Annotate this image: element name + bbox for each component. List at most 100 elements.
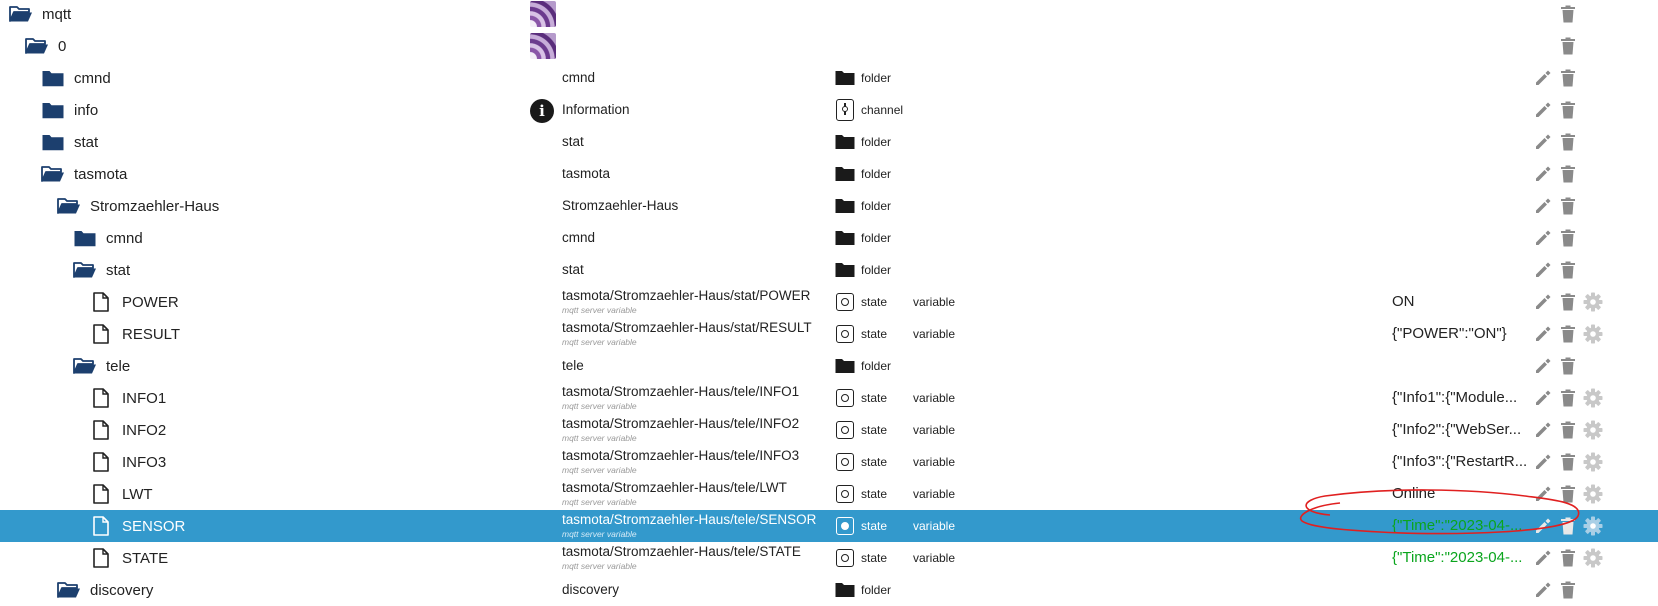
delete-icon[interactable] — [1558, 164, 1578, 184]
delete-icon[interactable] — [1558, 356, 1578, 376]
edit-icon[interactable] — [1533, 100, 1553, 120]
edit-icon[interactable] — [1533, 388, 1553, 408]
tree-cell[interactable]: POWER — [88, 286, 179, 318]
delete-icon[interactable] — [1558, 452, 1578, 472]
folder-icon[interactable] — [72, 226, 98, 250]
tree-row-info2[interactable]: INFO2 tasmota/Stromzaehler-Haus/tele/INFO… — [0, 414, 1658, 446]
folder-open-icon[interactable] — [56, 194, 82, 218]
delete-icon[interactable] — [1558, 228, 1578, 248]
tree-cell[interactable]: stat — [40, 126, 98, 158]
delete-icon[interactable] — [1558, 388, 1578, 408]
edit-icon[interactable] — [1533, 228, 1553, 248]
tree-row-result[interactable]: RESULT tasmota/Stromzaehler-Haus/stat/RES… — [0, 318, 1658, 350]
edit-icon[interactable] — [1533, 164, 1553, 184]
state-value[interactable]: {"POWER":"ON"} — [1392, 325, 1530, 342]
tree-row-mqtt-0[interactable]: 0 — [0, 30, 1658, 62]
folder-icon[interactable] — [40, 130, 66, 154]
delete-icon[interactable] — [1558, 68, 1578, 88]
gear-icon[interactable] — [1583, 292, 1603, 312]
delete-icon[interactable] — [1558, 260, 1578, 280]
state-value[interactable]: {"Info3":{"RestartR... — [1392, 453, 1530, 470]
tree-row-info[interactable]: info i Information channel — [0, 94, 1658, 126]
tree-row-sz-haus[interactable]: Stromzaehler-Haus Stromzaehler-Haus folder — [0, 190, 1658, 222]
edit-icon[interactable] — [1533, 68, 1553, 88]
state-value[interactable]: {"Info1":{"Module... — [1392, 389, 1530, 406]
tree-cell[interactable]: info — [40, 94, 98, 126]
tree-row-mqtt[interactable]: mqtt — [0, 0, 1658, 30]
delete-icon[interactable] — [1558, 516, 1578, 536]
tree-cell[interactable]: 0 — [24, 30, 66, 62]
tree-cell[interactable]: discovery — [56, 574, 153, 606]
tree-cell[interactable]: Stromzaehler-Haus — [56, 190, 219, 222]
tree-cell[interactable]: LWT — [88, 478, 153, 510]
delete-icon[interactable] — [1558, 196, 1578, 216]
tree-row-tele[interactable]: tele tele folder — [0, 350, 1658, 382]
delete-icon[interactable] — [1558, 420, 1578, 440]
gear-icon[interactable] — [1583, 452, 1603, 472]
tree-cell[interactable]: cmnd — [40, 62, 111, 94]
gear-icon[interactable] — [1583, 516, 1603, 536]
edit-icon[interactable] — [1533, 484, 1553, 504]
gear-icon[interactable] — [1583, 484, 1603, 504]
edit-icon[interactable] — [1533, 260, 1553, 280]
folder-open-icon[interactable] — [72, 258, 98, 282]
delete-icon[interactable] — [1558, 548, 1578, 568]
edit-icon[interactable] — [1533, 196, 1553, 216]
edit-icon[interactable] — [1533, 292, 1553, 312]
tree-cell[interactable]: stat — [72, 254, 130, 286]
tree-row-tasmota[interactable]: tasmota tasmota folder — [0, 158, 1658, 190]
tree-cell[interactable]: tele — [72, 350, 130, 382]
gear-icon[interactable] — [1583, 420, 1603, 440]
edit-icon[interactable] — [1533, 516, 1553, 536]
delete-icon[interactable] — [1558, 132, 1578, 152]
state-value[interactable]: ON — [1392, 293, 1530, 310]
tree-cell[interactable]: SENSOR — [88, 510, 185, 542]
tree-cell[interactable]: INFO3 — [88, 446, 166, 478]
state-value[interactable]: {"Info2":{"WebSer... — [1392, 421, 1530, 438]
tree-row-info1[interactable]: INFO1 tasmota/Stromzaehler-Haus/tele/INFO… — [0, 382, 1658, 414]
gear-icon[interactable] — [1583, 388, 1603, 408]
folder-icon[interactable] — [40, 98, 66, 122]
tree-row-stat[interactable]: stat stat folder — [0, 126, 1658, 158]
tree-cell[interactable]: INFO2 — [88, 414, 166, 446]
edit-icon[interactable] — [1533, 132, 1553, 152]
tree-row-lwt[interactable]: LWT tasmota/Stromzaehler-Haus/tele/LWT mqt… — [0, 478, 1658, 510]
tree-cell[interactable]: RESULT — [88, 318, 180, 350]
tree-row-sz-cmnd[interactable]: cmnd cmnd folder — [0, 222, 1658, 254]
folder-open-icon[interactable] — [24, 34, 50, 58]
gear-icon[interactable] — [1583, 548, 1603, 568]
state-value[interactable]: {"Time":"2023-04-... — [1392, 517, 1530, 534]
edit-icon[interactable] — [1533, 420, 1553, 440]
tree-cell[interactable]: cmnd — [72, 222, 143, 254]
edit-icon[interactable] — [1533, 324, 1553, 344]
tree-row-cmnd[interactable]: cmnd cmnd folder — [0, 62, 1658, 94]
delete-icon[interactable] — [1558, 36, 1578, 56]
edit-icon[interactable] — [1533, 356, 1553, 376]
gear-icon[interactable] — [1583, 324, 1603, 344]
tree-row-sensor[interactable]: SENSOR tasmota/Stromzaehler-Haus/tele/SEN… — [0, 510, 1658, 542]
edit-icon[interactable] — [1533, 580, 1553, 600]
tree-row-info3[interactable]: INFO3 tasmota/Stromzaehler-Haus/tele/INFO… — [0, 446, 1658, 478]
tree-cell[interactable]: INFO1 — [88, 382, 166, 414]
delete-icon[interactable] — [1558, 580, 1578, 600]
tree-cell[interactable]: mqtt — [8, 0, 71, 30]
delete-icon[interactable] — [1558, 100, 1578, 120]
state-value[interactable]: {"Time":"2023-04-... — [1392, 549, 1530, 566]
delete-icon[interactable] — [1558, 4, 1578, 24]
delete-icon[interactable] — [1558, 324, 1578, 344]
folder-open-icon[interactable] — [40, 162, 66, 186]
tree-row-discovery[interactable]: discovery discovery folder — [0, 574, 1658, 606]
tree-cell[interactable]: STATE — [88, 542, 168, 574]
folder-open-icon[interactable] — [56, 578, 82, 602]
delete-icon[interactable] — [1558, 484, 1578, 504]
folder-icon[interactable] — [40, 66, 66, 90]
edit-icon[interactable] — [1533, 452, 1553, 472]
tree-cell[interactable]: tasmota — [40, 158, 127, 190]
tree-row-sz-stat[interactable]: stat stat folder — [0, 254, 1658, 286]
state-value[interactable]: Online — [1392, 485, 1530, 502]
folder-open-icon[interactable] — [8, 2, 34, 26]
tree-row-state[interactable]: STATE tasmota/Stromzaehler-Haus/tele/STAT… — [0, 542, 1658, 574]
folder-open-icon[interactable] — [72, 354, 98, 378]
edit-icon[interactable] — [1533, 548, 1553, 568]
delete-icon[interactable] — [1558, 292, 1578, 312]
